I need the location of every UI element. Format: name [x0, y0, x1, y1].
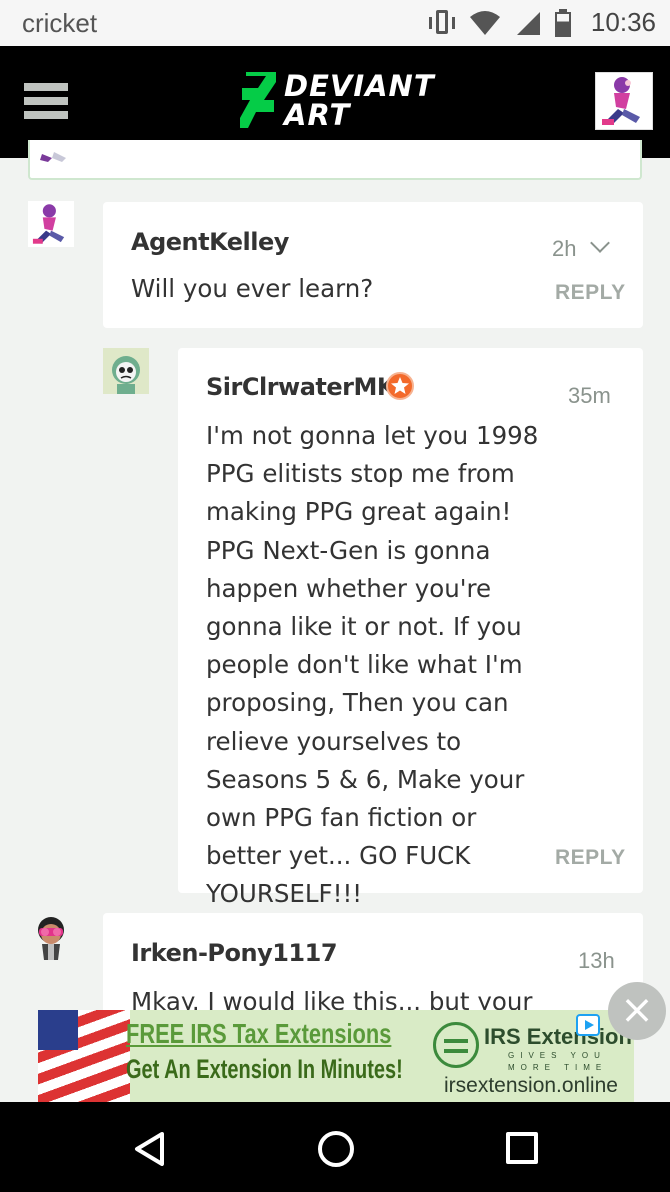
status-icons: 10:36 — [428, 7, 656, 38]
wifi-icon — [469, 10, 500, 35]
menu-bar-icon — [24, 97, 68, 105]
ad-brand: IRS Extension — [484, 1024, 632, 1049]
clock: 10:36 — [590, 7, 656, 37]
menu-bar-icon — [24, 111, 68, 119]
comment-card: SirClrwaterMK2 35m I'm not gonna let you… — [178, 348, 643, 908]
core-member-badge-icon — [386, 372, 414, 400]
avatar-art-icon — [596, 73, 652, 129]
comment-timestamp: 35m — [568, 383, 611, 408]
comment-text: Will you ever learn? — [131, 274, 374, 303]
battery-icon — [554, 8, 571, 37]
reply-button[interactable]: REPLY — [555, 846, 626, 870]
avatar[interactable] — [28, 201, 74, 247]
comment-username[interactable]: Irken-Pony1117 — [131, 939, 338, 967]
cellular-signal-icon — [516, 11, 540, 35]
adchoices-icon[interactable] — [576, 1014, 600, 1036]
carrier-name: cricket — [22, 8, 98, 38]
logo-wordmark: DEVIANT ART — [284, 72, 435, 130]
previous-comment-card — [28, 140, 642, 180]
comment-card: AgentKelley 2h Will you ever learn? REPL… — [103, 202, 643, 328]
ad-url[interactable]: irsextension.online — [444, 1074, 618, 1098]
close-icon: × — [620, 987, 654, 1033]
irs-extension-logo-icon — [433, 1022, 479, 1068]
status-bar: cricket 10:36 — [0, 0, 670, 46]
ad-subline[interactable]: Get An Extension In Minutes! — [126, 1054, 403, 1085]
close-ad-button[interactable]: × — [608, 982, 666, 1040]
comment-timestamp: 13h — [578, 948, 615, 973]
comment-text: I'm not gonna let you 1998 PPG elitists … — [206, 421, 539, 909]
vibrate-icon — [428, 8, 455, 38]
reply-button[interactable]: REPLY — [555, 281, 626, 305]
menu-bar-icon — [24, 83, 68, 91]
ad-tagline: GIVES YOU MORE TIME — [508, 1051, 608, 1072]
avatar-art-icon — [38, 917, 64, 960]
comment-username[interactable]: AgentKelley — [131, 228, 289, 256]
ad-headline[interactable]: FREE IRS Tax Extensions — [126, 1018, 391, 1050]
comment-username[interactable]: SirClrwaterMK2 — [206, 373, 412, 401]
deviantart-logo-icon — [240, 72, 276, 128]
avatar-fragment-icon — [40, 152, 66, 162]
logo-line-2: ART — [284, 98, 351, 132]
deviantart-logo[interactable]: DEVIANT ART — [240, 70, 460, 134]
back-icon[interactable] — [133, 1132, 167, 1166]
navigation-bar — [0, 1102, 670, 1192]
avatar[interactable] — [28, 914, 74, 960]
recent-apps-icon[interactable] — [506, 1132, 538, 1164]
flag-icon — [38, 1010, 130, 1102]
ad-banner[interactable]: FREE IRS Tax Extensions Get An Extension… — [38, 1010, 634, 1102]
comment-timestamp: 2h — [552, 236, 577, 261]
avatar-art-icon — [28, 201, 74, 247]
user-avatar[interactable] — [595, 72, 653, 130]
chevron-down-icon[interactable] — [590, 233, 610, 253]
avatar-art-icon — [103, 348, 149, 394]
home-icon[interactable] — [318, 1131, 354, 1167]
avatar[interactable] — [103, 348, 149, 394]
menu-button[interactable] — [24, 83, 68, 119]
